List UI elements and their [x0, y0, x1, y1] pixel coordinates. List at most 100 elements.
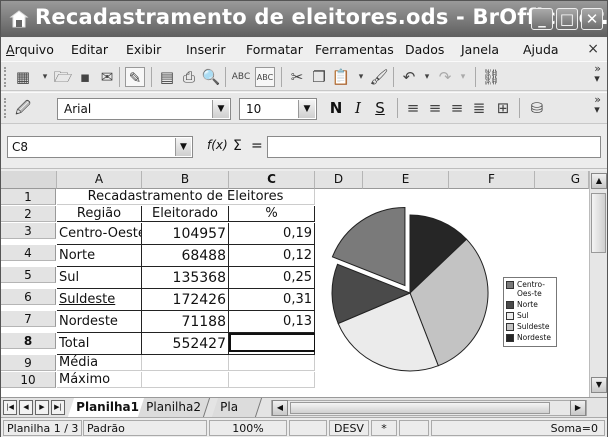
header-cell-percent[interactable]: % [229, 206, 315, 222]
horizontal-scrollbar[interactable]: ◀ ▶ [271, 400, 587, 416]
chevron-down-icon[interactable]: ▼ [175, 138, 191, 156]
cell-percent[interactable]: 0,13 [229, 311, 315, 333]
close-button[interactable]: ✕ [581, 8, 603, 30]
export-pdf-icon[interactable]: ▤ [157, 67, 177, 87]
scroll-left-icon[interactable]: ◀ [272, 400, 288, 416]
dropdown-arrow-icon[interactable]: ▾ [351, 67, 371, 87]
email-icon[interactable]: ✉ [97, 67, 117, 87]
autospellcheck-icon[interactable]: ABC [255, 67, 275, 87]
align-center-icon[interactable]: ≡ [425, 98, 445, 118]
bold-button[interactable]: N [327, 98, 345, 118]
sheet-title-cell[interactable]: Recadastramento de Eleitores [57, 189, 315, 205]
function-wizard-button[interactable]: f(x) [207, 138, 228, 152]
minimize-button[interactable]: _ [531, 8, 553, 30]
tab-planilha1[interactable]: Planilha1 [67, 398, 148, 417]
cell-region[interactable]: Centro-Oeste [57, 223, 142, 245]
cell[interactable] [229, 355, 315, 371]
justify-icon[interactable]: ≣ [469, 98, 489, 118]
font-name-combo[interactable]: Arial ▼ [57, 98, 231, 120]
dropdown-arrow-icon[interactable]: ▾ [35, 67, 55, 87]
underline-button[interactable]: S [371, 98, 389, 118]
open-folder-icon[interactable]: 🗁 [53, 67, 73, 87]
cell-total-label[interactable]: Total [57, 333, 142, 355]
font-size-combo[interactable]: 10 ▼ [239, 98, 317, 120]
last-sheet-icon[interactable]: ▶| [51, 400, 65, 415]
cell-electorate[interactable]: 135368 [142, 267, 229, 289]
cell-electorate[interactable]: 104957 [142, 223, 229, 245]
chevron-down-icon[interactable]: ▼ [298, 100, 315, 118]
function-button[interactable]: = [251, 138, 263, 154]
title-bar[interactable]: Recadastramento de eleitores.ods - BrOff… [1, 1, 608, 37]
cell-maximo-label[interactable]: Máximo [57, 372, 142, 388]
copy-icon[interactable]: ❐ [309, 67, 329, 87]
row-header[interactable]: 2 [1, 206, 56, 222]
row-header[interactable]: 1 [1, 189, 56, 205]
format-paintbrush-icon[interactable]: 🖌 [369, 67, 389, 87]
cell-region[interactable]: Nordeste [57, 311, 142, 333]
first-sheet-icon[interactable]: |◀ [3, 400, 17, 415]
dropdown-arrow-icon[interactable]: ▾ [417, 67, 437, 87]
cell-media-label[interactable]: Média [57, 355, 142, 371]
cell-percent[interactable]: 0,31 [229, 289, 315, 311]
styles-icon[interactable]: 🖉 [13, 98, 33, 118]
menu-exibir[interactable]: Exibir [126, 42, 161, 57]
spellcheck-icon[interactable]: ABC [231, 67, 251, 87]
cell[interactable] [142, 355, 229, 371]
row-header[interactable]: 9 [1, 355, 56, 371]
row-header-selected[interactable]: 8 [1, 333, 56, 349]
column-header-d[interactable]: D [315, 171, 363, 189]
menu-dados[interactable]: Dados [405, 42, 444, 57]
column-header-c[interactable]: C [229, 171, 315, 189]
toolbar-grip[interactable] [4, 67, 8, 87]
formula-input[interactable] [267, 136, 601, 158]
scroll-right-icon[interactable]: ▶ [570, 400, 586, 416]
select-all-corner[interactable] [1, 171, 57, 189]
row-header[interactable]: 5 [1, 267, 56, 283]
cut-icon[interactable]: ✂ [287, 67, 307, 87]
toolbar-grip[interactable] [4, 98, 8, 118]
row-header[interactable]: 10 [1, 372, 56, 388]
column-header-b[interactable]: B [142, 171, 229, 189]
menu-ferramentas[interactable]: Ferramentas [315, 42, 394, 57]
new-document-icon[interactable]: ▦ [13, 67, 33, 87]
sum-button[interactable]: Σ [233, 138, 242, 154]
status-selection-mode[interactable]: DESV [329, 420, 369, 436]
menu-arquivo[interactable]: Arquivo [6, 42, 54, 57]
spreadsheet-grid[interactable]: A B C D E F G 1 2 3 4 5 6 7 8 9 10 Recad… [1, 171, 607, 397]
cell[interactable] [229, 372, 315, 388]
pie-chart[interactable]: Centro-Oes-te Norte Sul Suldeste Nordest… [315, 189, 587, 397]
chevron-down-icon[interactable]: ▼ [212, 100, 229, 118]
next-sheet-icon[interactable]: ▶ [35, 400, 49, 415]
currency-format-icon[interactable]: ⛁ [527, 98, 547, 118]
header-cell-eleitorado[interactable]: Eleitorado [142, 206, 229, 222]
row-header[interactable]: 7 [1, 311, 56, 327]
column-header-e[interactable]: E [363, 171, 449, 189]
align-right-icon[interactable]: ≡ [447, 98, 467, 118]
close-document-icon[interactable]: × [587, 41, 599, 57]
menu-editar[interactable]: Editar [71, 42, 108, 57]
cell-percent[interactable]: 0,19 [229, 223, 315, 245]
cell-electorate[interactable]: 71188 [142, 311, 229, 333]
cell-region[interactable]: Sul [57, 267, 142, 289]
scroll-up-icon[interactable]: ▲ [591, 173, 607, 189]
print-preview-icon[interactable]: 🔍 [201, 67, 221, 87]
redo-icon[interactable]: ↷ [435, 67, 455, 87]
column-header-a[interactable]: A [57, 171, 142, 189]
italic-button[interactable]: I [349, 98, 367, 118]
dropdown-arrow-icon[interactable]: ▾ [453, 67, 473, 87]
maximize-button[interactable]: □ [556, 8, 578, 30]
row-header[interactable]: 4 [1, 245, 56, 261]
column-header-g[interactable]: G [535, 171, 589, 189]
cell-total-value[interactable]: 552427 [142, 333, 229, 355]
cell-electorate[interactable]: 172426 [142, 289, 229, 311]
menu-ajuda[interactable]: Ajuda [523, 42, 559, 57]
status-page-style[interactable]: Padrão [83, 420, 207, 436]
toolbar-overflow-icon[interactable]: » ▾ [594, 63, 601, 84]
cell-region[interactable]: Norte [57, 245, 142, 267]
scroll-down-icon[interactable]: ▼ [591, 377, 607, 393]
cell-region[interactable]: Suldeste [57, 289, 142, 311]
tab-planilha2[interactable]: Planilha2 [137, 398, 210, 417]
scroll-thumb[interactable] [290, 402, 550, 414]
edit-mode-icon[interactable]: ✎ [125, 67, 145, 87]
undo-icon[interactable]: ↶ [399, 67, 419, 87]
